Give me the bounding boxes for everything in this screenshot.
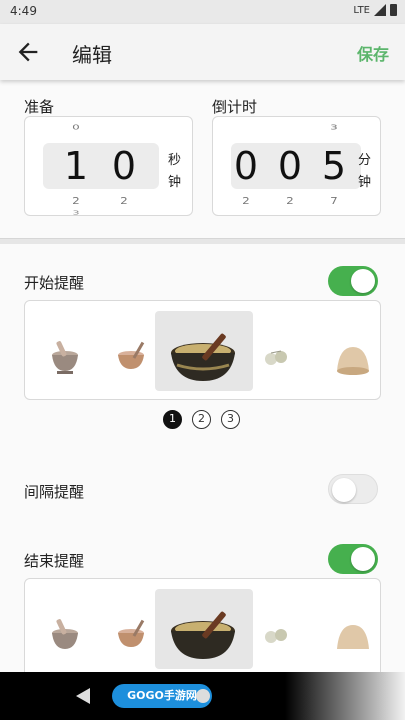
singing-bowl-icon [171,333,235,381]
save-button[interactable]: 保存 [357,41,389,65]
nav-back-icon[interactable] [76,688,90,704]
nav-home-icon[interactable] [196,689,210,703]
section-divider [0,238,405,244]
countdown-digit-tens[interactable]: 0 2 [275,117,305,215]
end-bell-carousel[interactable] [24,578,381,678]
countdown-time-picker[interactable]: 0 2 0 2 3 5 7 分 钟 [212,116,381,216]
countdown-unit-bottom: 钟 [358,175,372,190]
interval-reminder-toggle[interactable] [328,474,378,504]
countdown-label: 倒计时 [212,98,258,116]
start-reminder-label: 开始提醒 [24,274,85,292]
countdown-unit-top: 分 [358,153,372,168]
prepare-unit-bottom: 钟 [168,175,182,190]
gong-bell-icon [337,347,369,375]
bell-option-singing-bowl[interactable] [155,589,253,669]
toggle-knob [351,269,375,293]
prepare-label: 准备 [24,98,55,116]
bell-option-singing-bowl[interactable] [155,311,253,391]
network-type-label: LTE [353,4,370,16]
end-reminder-label: 结束提醒 [24,552,85,570]
bell-option-gong[interactable] [315,311,380,391]
back-arrow-icon[interactable] [14,38,42,66]
prepare-digit-tens[interactable]: 0 1 2 3 [61,117,91,215]
corner-overlay [285,672,405,720]
page-dot-3[interactable]: 3 [221,410,240,429]
status-time: 4:49 [10,4,37,18]
countdown-digit-ones[interactable]: 3 5 7 [319,117,349,215]
page-title: 编辑 [72,43,112,67]
countdown-digit-hundreds[interactable]: 0 2 [231,117,261,215]
status-bar: 4:49 LTE [0,0,405,24]
signal-icon [374,4,386,16]
bell-option-gong[interactable] [315,589,380,669]
singing-bowl-icon [171,611,235,659]
carousel-pagination: 1 2 3 [163,410,240,429]
interval-reminder-label: 间隔提醒 [24,483,85,501]
toggle-knob [332,478,356,502]
prepare-digit-ones[interactable]: 0 2 [109,117,139,215]
page-dot-2[interactable]: 2 [192,410,211,429]
gong-bell-icon [337,625,369,649]
toggle-knob [351,547,375,571]
app-bar: 编辑 保存 [0,24,405,80]
battery-icon [390,4,397,16]
end-reminder-toggle[interactable] [328,544,378,574]
system-nav-bar: GOGO手游网 [0,672,405,720]
prepare-time-picker[interactable]: 0 1 2 3 0 2 秒 钟 [24,116,193,216]
page-dot-1[interactable]: 1 [163,410,182,429]
start-reminder-toggle[interactable] [328,266,378,296]
start-bell-carousel[interactable] [24,300,381,400]
prepare-unit-top: 秒 [168,153,182,168]
status-icons: LTE [353,4,397,16]
